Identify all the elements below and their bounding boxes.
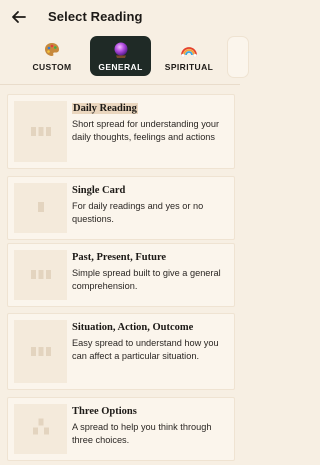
three-cards-icon xyxy=(30,266,51,284)
tab-more[interactable] xyxy=(227,36,249,78)
page-title: Select Reading xyxy=(48,9,143,24)
tab-spiritual[interactable]: SPIRITUAL xyxy=(161,36,217,76)
reading-title: Situation, Action, Outcome xyxy=(72,322,194,333)
three-cards-icon xyxy=(30,343,51,361)
reading-card-single[interactable]: Single Card For daily readings and yes o… xyxy=(7,176,235,240)
reading-title: Single Card xyxy=(72,185,126,196)
card-thumbnail xyxy=(14,320,67,383)
reading-card-daily[interactable]: Daily Reading Short spread for understan… xyxy=(7,94,235,169)
pyramid-cards-icon xyxy=(32,418,49,440)
three-cards-icon xyxy=(30,123,51,141)
reading-description: Easy spread to understand how you can af… xyxy=(72,338,219,361)
divider xyxy=(0,84,240,85)
single-card-icon xyxy=(37,199,44,217)
reading-description: For daily readings and yes or no questio… xyxy=(72,201,204,224)
back-arrow-icon[interactable] xyxy=(11,9,27,25)
crystal-ball-icon xyxy=(112,41,130,59)
reading-title: Three Options xyxy=(72,406,137,417)
reading-title: Daily Reading xyxy=(72,103,138,114)
tab-general[interactable]: GENERAL xyxy=(90,36,151,76)
reading-description: Short spread for understanding your dail… xyxy=(72,119,220,142)
tab-label: SPIRITUAL xyxy=(164,62,214,72)
reading-description: Simple spread built to give a general co… xyxy=(72,268,221,291)
tab-custom[interactable]: CUSTOM xyxy=(24,36,80,76)
card-thumbnail xyxy=(14,101,67,162)
reading-card-three-options[interactable]: Three Options A spread to help you think… xyxy=(7,397,235,461)
card-thumbnail xyxy=(14,250,67,300)
tab-label: CUSTOM xyxy=(32,62,72,72)
category-tabs: CUSTOM GENERAL SPIRITUAL xyxy=(0,36,249,78)
reading-card-past-present-future[interactable]: Past, Present, Future Simple spread buil… xyxy=(7,243,235,307)
app-header: Select Reading xyxy=(0,0,240,34)
reading-card-situation-action-outcome[interactable]: Situation, Action, Outcome Easy spread t… xyxy=(7,313,235,390)
reading-description: A spread to help you think through three… xyxy=(72,422,212,445)
reading-title: Past, Present, Future xyxy=(72,252,167,263)
palette-icon xyxy=(43,41,61,59)
card-thumbnail xyxy=(14,404,67,454)
card-thumbnail xyxy=(14,183,67,233)
rainbow-icon xyxy=(180,41,198,59)
tab-label: GENERAL xyxy=(98,62,143,72)
